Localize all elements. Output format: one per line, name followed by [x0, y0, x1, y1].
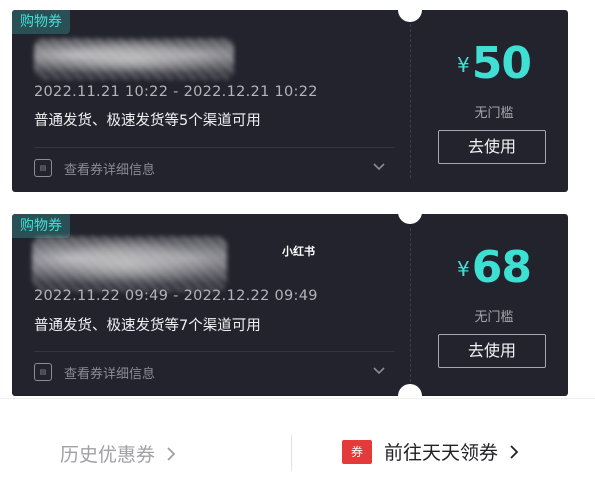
- coupon-amount: ¥50: [432, 38, 556, 89]
- chevron-right-icon: [510, 444, 519, 459]
- coupon-card: 购物券 2022.11.22 09:49 - 2022.12.22 09:49 …: [12, 214, 568, 396]
- detail-label: 查看券详细信息: [64, 162, 156, 178]
- perforated-edge: [566, 214, 572, 396]
- currency-symbol: ¥: [457, 53, 470, 77]
- view-details-link[interactable]: ▤ 查看券详细信息: [34, 158, 155, 178]
- coupon-channels: 普通发货、极速发货等5个渠道可用: [34, 113, 261, 129]
- use-coupon-button[interactable]: 去使用: [438, 130, 546, 164]
- history-coupons-link[interactable]: 历史优惠券: [60, 440, 177, 467]
- chevron-down-icon[interactable]: [372, 160, 386, 174]
- perforation-line: [410, 228, 411, 382]
- more-label: 前往天天领券: [384, 442, 499, 464]
- amount-value: 50: [471, 38, 532, 89]
- coupon-condition: 无门槛: [474, 106, 514, 121]
- coupon-condition: 无门槛: [474, 310, 514, 325]
- footer-divider: [291, 435, 292, 471]
- coupon-channels: 普通发货、极速发货等7个渠道可用: [34, 318, 261, 334]
- divider: [34, 351, 394, 352]
- amount-value: 68: [471, 242, 532, 293]
- get-more-coupons-link[interactable]: 券 前往天天领券: [342, 438, 520, 465]
- blurred-title: [34, 38, 234, 80]
- view-details-link[interactable]: ▤ 查看券详细信息: [34, 362, 155, 382]
- chevron-down-icon[interactable]: [372, 364, 386, 378]
- use-coupon-button[interactable]: 去使用: [438, 334, 546, 368]
- coupon-card: 购物券 2022.11.21 10:22 - 2022.12.21 10:22 …: [12, 10, 568, 192]
- detail-label: 查看券详细信息: [64, 366, 156, 382]
- perforated-edge: [566, 10, 572, 192]
- coupon-tag: 购物券: [12, 10, 70, 34]
- coupon-list: 购物券 2022.11.21 10:22 - 2022.12.21 10:22 …: [0, 0, 595, 408]
- coupon-validity: 2022.11.22 09:49 - 2022.12.22 09:49: [34, 288, 318, 304]
- coupon-badge: 券: [342, 439, 372, 464]
- coupon-amount: ¥68: [432, 242, 556, 293]
- currency-symbol: ¥: [457, 257, 470, 281]
- detail-info-icon: ▤: [34, 159, 52, 177]
- watermark: 小红书: [282, 245, 315, 258]
- detail-info-icon: ▤: [34, 363, 52, 381]
- chevron-right-icon: [167, 446, 176, 461]
- coupon-validity: 2022.11.21 10:22 - 2022.12.21 10:22: [34, 84, 318, 100]
- perforation-line: [410, 24, 411, 178]
- coupon-tag: 购物券: [12, 214, 70, 238]
- blurred-title: [32, 236, 227, 292]
- ticket-notch: [398, 200, 422, 224]
- divider: [34, 147, 394, 148]
- history-label: 历史优惠券: [60, 444, 156, 466]
